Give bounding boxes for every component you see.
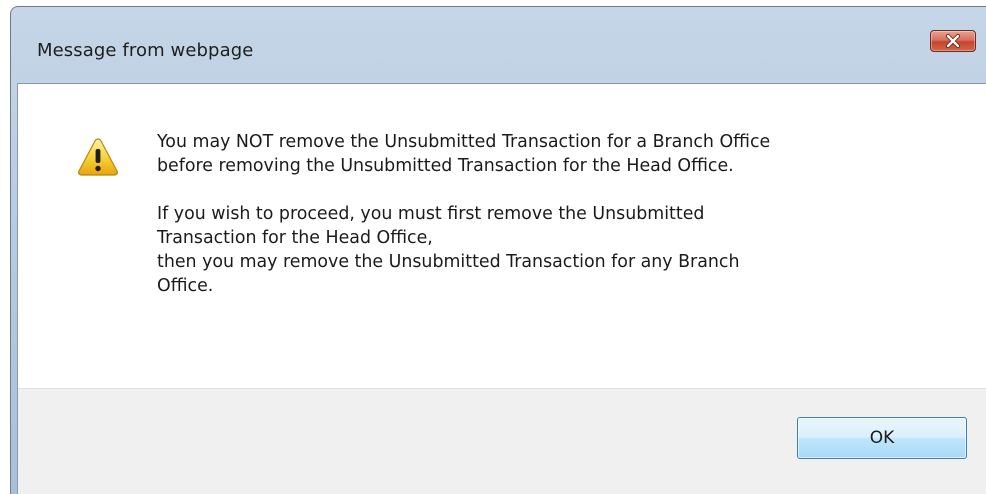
message-line: Office.: [157, 276, 214, 296]
dialog-body: You may NOT remove the Unsubmitted Trans…: [17, 83, 986, 494]
title-bar[interactable]: Message from webpage: [11, 7, 986, 83]
window-frame: Message from webpage You may NOT remove …: [10, 6, 986, 494]
close-icon: [945, 34, 961, 48]
window-title: Message from webpage: [37, 40, 254, 61]
close-button[interactable]: [930, 30, 976, 52]
message-line: then you may remove the Unsubmitted Tran…: [157, 252, 740, 272]
message-line: You may NOT remove the Unsubmitted Trans…: [157, 132, 771, 152]
message-line: before removing the Unsubmitted Transact…: [157, 156, 734, 176]
dialog-window: Message from webpage You may NOT remove …: [0, 0, 986, 494]
button-bar: OK: [18, 388, 986, 494]
message-line: Transaction for the Head Office,: [157, 228, 433, 248]
ok-button[interactable]: OK: [797, 417, 967, 459]
message-line: If you wish to proceed, you must first r…: [157, 204, 705, 224]
message-text: You may NOT remove the Unsubmitted Trans…: [157, 130, 937, 298]
warning-icon: [77, 137, 119, 177]
message-area: You may NOT remove the Unsubmitted Trans…: [18, 84, 986, 388]
